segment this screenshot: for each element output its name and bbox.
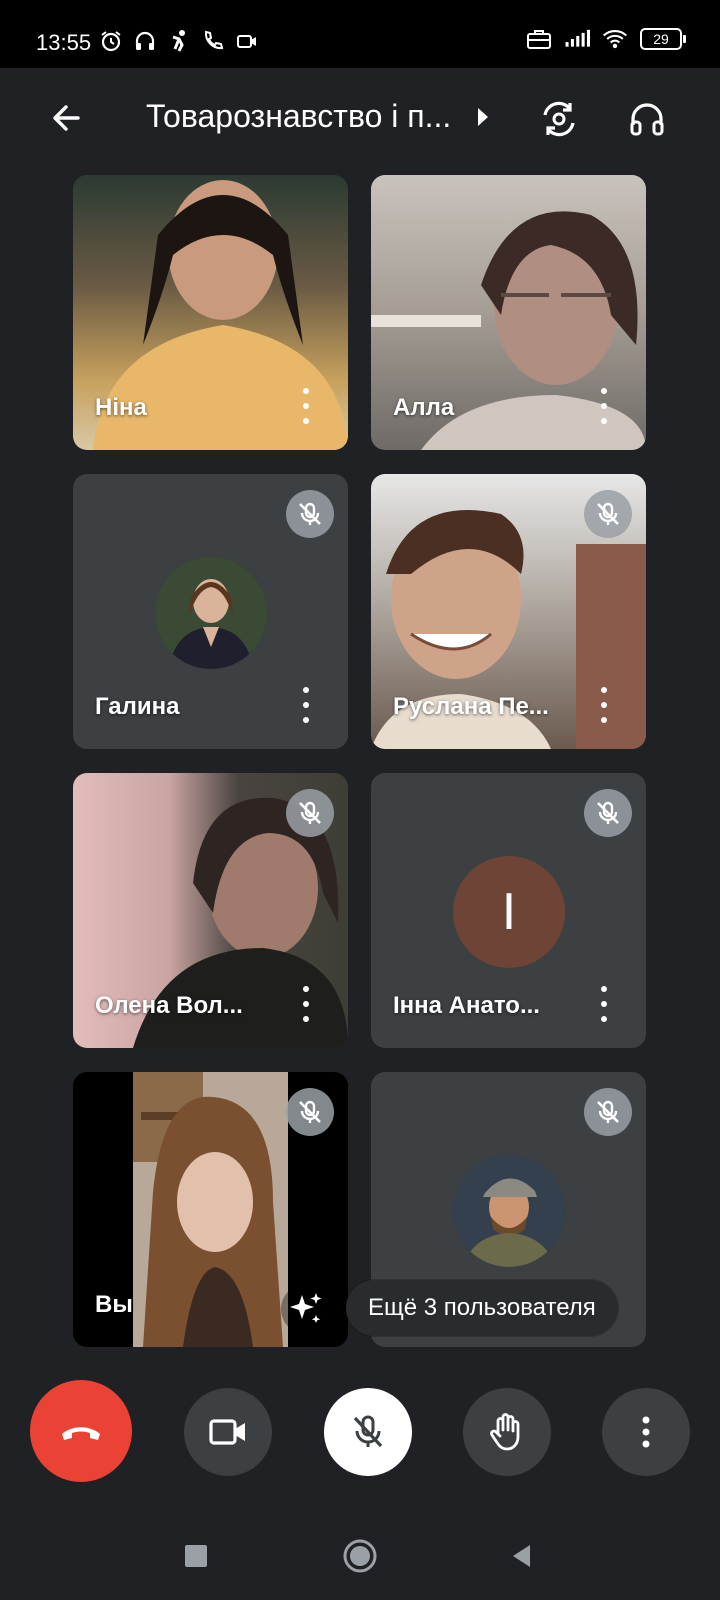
recents-button[interactable] xyxy=(174,1534,218,1578)
avatar: І xyxy=(453,856,565,968)
more-vertical-icon[interactable] xyxy=(296,388,316,424)
participant-tile[interactable]: Олена Вол... xyxy=(73,773,348,1048)
participant-tile[interactable]: Алла xyxy=(371,175,646,450)
avatar xyxy=(155,557,267,669)
call-controls xyxy=(0,1380,720,1490)
status-bar: 13:55 29 xyxy=(0,0,720,68)
participant-name: Алла xyxy=(393,394,455,421)
participant-name: Інна Анато... xyxy=(393,992,540,1019)
alarm-icon xyxy=(98,28,124,54)
effects-button[interactable] xyxy=(281,1284,331,1334)
video-camera-icon xyxy=(209,1419,245,1445)
mic-off-icon xyxy=(584,1088,632,1136)
back-nav-button[interactable] xyxy=(500,1534,544,1578)
participant-name: Вы xyxy=(95,1291,133,1318)
mic-off-icon xyxy=(286,1088,334,1136)
call-header: Товарознавство і п... xyxy=(0,68,720,172)
participant-name: Галина xyxy=(95,693,180,720)
avatar xyxy=(453,1155,565,1267)
wifi-icon xyxy=(602,26,628,52)
meeting-title[interactable]: Товарознавство і п... xyxy=(146,98,451,135)
hang-up-icon xyxy=(62,1427,100,1440)
home-icon xyxy=(343,1539,377,1573)
more-vertical-icon xyxy=(642,1416,650,1448)
chevron-right-icon[interactable] xyxy=(478,108,488,126)
sparkle-icon xyxy=(290,1293,322,1323)
back-button[interactable] xyxy=(44,96,88,140)
mic-off-icon xyxy=(286,789,334,837)
signal-icon xyxy=(564,26,590,52)
participant-name: Руслана Пе... xyxy=(393,693,549,720)
participant-tile[interactable]: Ніна xyxy=(73,175,348,450)
hand-icon xyxy=(490,1413,520,1451)
end-call-button[interactable] xyxy=(30,1380,132,1482)
mic-off-icon xyxy=(584,490,632,538)
audio-output-button[interactable] xyxy=(622,94,672,144)
participant-name: Ніна xyxy=(95,394,147,421)
recents-icon xyxy=(185,1545,207,1567)
raise-hand-button[interactable] xyxy=(463,1388,551,1476)
more-vertical-icon[interactable] xyxy=(296,986,316,1022)
figure-icon xyxy=(166,28,192,54)
phone-icon xyxy=(200,28,226,54)
more-participants-chip[interactable]: Ещё 3 пользователя xyxy=(346,1280,618,1336)
switch-camera-icon xyxy=(543,101,575,137)
more-vertical-icon[interactable] xyxy=(594,986,614,1022)
microphone-toggle-button[interactable] xyxy=(324,1388,412,1476)
arrow-left-icon xyxy=(53,105,80,131)
battery-icon: 29 xyxy=(640,28,686,50)
system-nav-bar xyxy=(0,1516,720,1600)
video-icon xyxy=(234,28,260,54)
participant-tile[interactable]: І Інна Анато... xyxy=(371,773,646,1048)
self-video xyxy=(133,1072,288,1347)
back-icon xyxy=(513,1545,530,1567)
status-time: 13:55 xyxy=(36,30,92,55)
mic-off-icon xyxy=(584,789,632,837)
more-options-button[interactable] xyxy=(602,1388,690,1476)
more-vertical-icon[interactable] xyxy=(594,388,614,424)
participant-tile[interactable]: Галина xyxy=(73,474,348,749)
camera-toggle-button[interactable] xyxy=(184,1388,272,1476)
more-vertical-icon[interactable] xyxy=(594,687,614,723)
participant-tile[interactable]: Руслана Пе... xyxy=(371,474,646,749)
participant-name: Олена Вол... xyxy=(95,992,243,1019)
headphones-icon xyxy=(132,28,158,54)
switch-camera-button[interactable] xyxy=(534,94,584,144)
more-vertical-icon[interactable] xyxy=(296,687,316,723)
home-button[interactable] xyxy=(338,1534,382,1578)
mic-off-icon xyxy=(286,490,334,538)
briefcase-icon xyxy=(526,26,552,52)
mic-off-icon xyxy=(353,1415,383,1448)
headphones-icon xyxy=(630,103,664,136)
